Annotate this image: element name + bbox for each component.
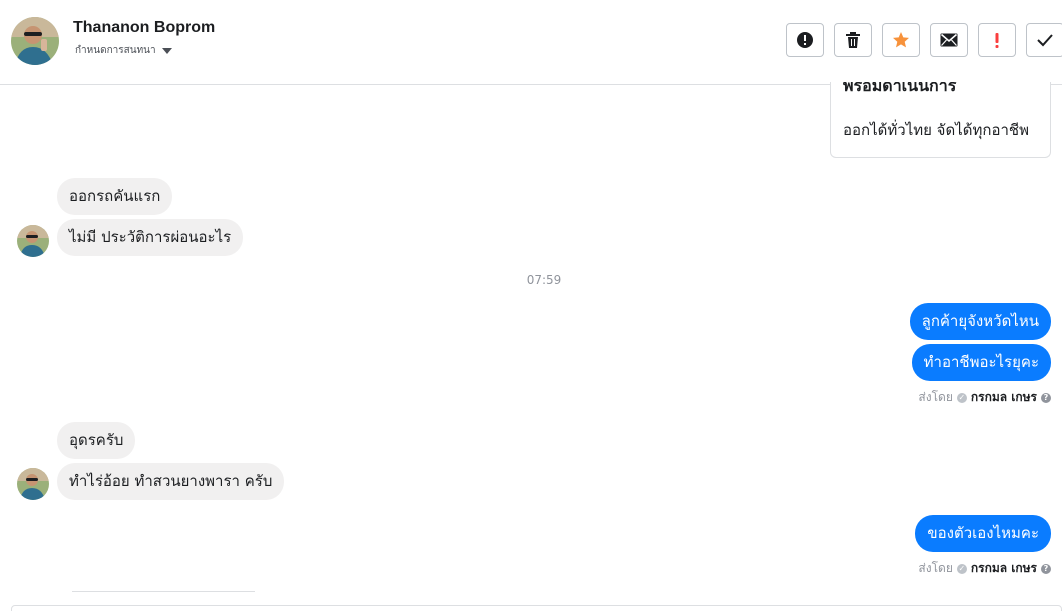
delete-button[interactable] bbox=[834, 23, 872, 57]
star-icon bbox=[893, 32, 909, 48]
caret-down-icon bbox=[161, 47, 172, 54]
follow-up-button[interactable] bbox=[978, 23, 1016, 57]
incoming-message[interactable]: อุดรครับ bbox=[57, 422, 136, 459]
mark-done-button[interactable] bbox=[1026, 23, 1062, 57]
message-timestamp: 07:59 bbox=[526, 273, 562, 287]
check-circle-icon: ✓ bbox=[956, 563, 967, 574]
contact-avatar[interactable] bbox=[11, 17, 59, 65]
checkmark-icon bbox=[1037, 34, 1053, 47]
sent-by-row: ส่งโดย ✓ กรกมล เกษร ? bbox=[918, 388, 1051, 407]
star-button[interactable] bbox=[882, 23, 920, 57]
help-icon[interactable]: ? bbox=[1041, 392, 1051, 403]
sent-by-row: ส่งโดย ✓ กรกมล เกษร ? bbox=[918, 559, 1051, 578]
contact-name[interactable]: Thananon Boprom bbox=[73, 19, 215, 37]
mark-unread-button[interactable] bbox=[930, 23, 968, 57]
sent-by-label: ส่งโดย bbox=[918, 561, 953, 575]
assign-label: กำหนดการสนทนา bbox=[75, 45, 156, 56]
outgoing-message[interactable]: ลูกค้ายุจังหวัดไหน bbox=[909, 303, 1051, 340]
exclamation-circle-icon bbox=[797, 32, 813, 48]
envelope-icon bbox=[940, 33, 958, 47]
sent-by-agent[interactable]: กรกมล เกษร bbox=[971, 388, 1037, 407]
assign-conversation-dropdown[interactable]: กำหนดการสนทนา bbox=[75, 43, 172, 58]
contact-avatar-small[interactable] bbox=[17, 468, 49, 500]
trash-icon bbox=[846, 32, 860, 48]
sent-by-agent[interactable]: กรกมล เกษร bbox=[971, 559, 1037, 578]
spam-button[interactable] bbox=[786, 23, 824, 57]
info-card-body: ออกได้ทั่วไทย จัดได้ทุกอาชีพ bbox=[843, 121, 1029, 139]
incoming-message[interactable]: ไม่มี ประวัติการผ่อนอะไร bbox=[57, 219, 244, 256]
help-icon[interactable]: ? bbox=[1041, 563, 1051, 574]
conversation-header: Thananon Boprom กำหนดการสนทนา bbox=[0, 0, 1062, 85]
exclamation-icon bbox=[995, 33, 999, 48]
info-card: พร้อมดำเนินการ ออกได้ทั่วไทย จัดได้ทุกอา… bbox=[830, 82, 1051, 158]
outgoing-message[interactable]: ของตัวเองไหมคะ bbox=[915, 515, 1051, 552]
incoming-message[interactable]: ออกรถคันแรก bbox=[57, 178, 173, 215]
inbox-conversation-view: Thananon Boprom กำหนดการสนทนา พร้อมดำเนิ… bbox=[0, 0, 1062, 611]
check-circle-icon: ✓ bbox=[956, 392, 967, 403]
message-composer[interactable] bbox=[11, 605, 1062, 611]
divider bbox=[72, 591, 255, 592]
contact-avatar-small[interactable] bbox=[17, 225, 49, 257]
info-card-heading: พร้อมดำเนินการ bbox=[843, 82, 957, 95]
sent-by-label: ส่งโดย bbox=[918, 390, 953, 404]
outgoing-message[interactable]: ทำอาชีพอะไรยุคะ bbox=[911, 344, 1051, 381]
incoming-message[interactable]: ทำไร่อ้อย ทำสวนยางพารา ครับ bbox=[57, 463, 285, 500]
